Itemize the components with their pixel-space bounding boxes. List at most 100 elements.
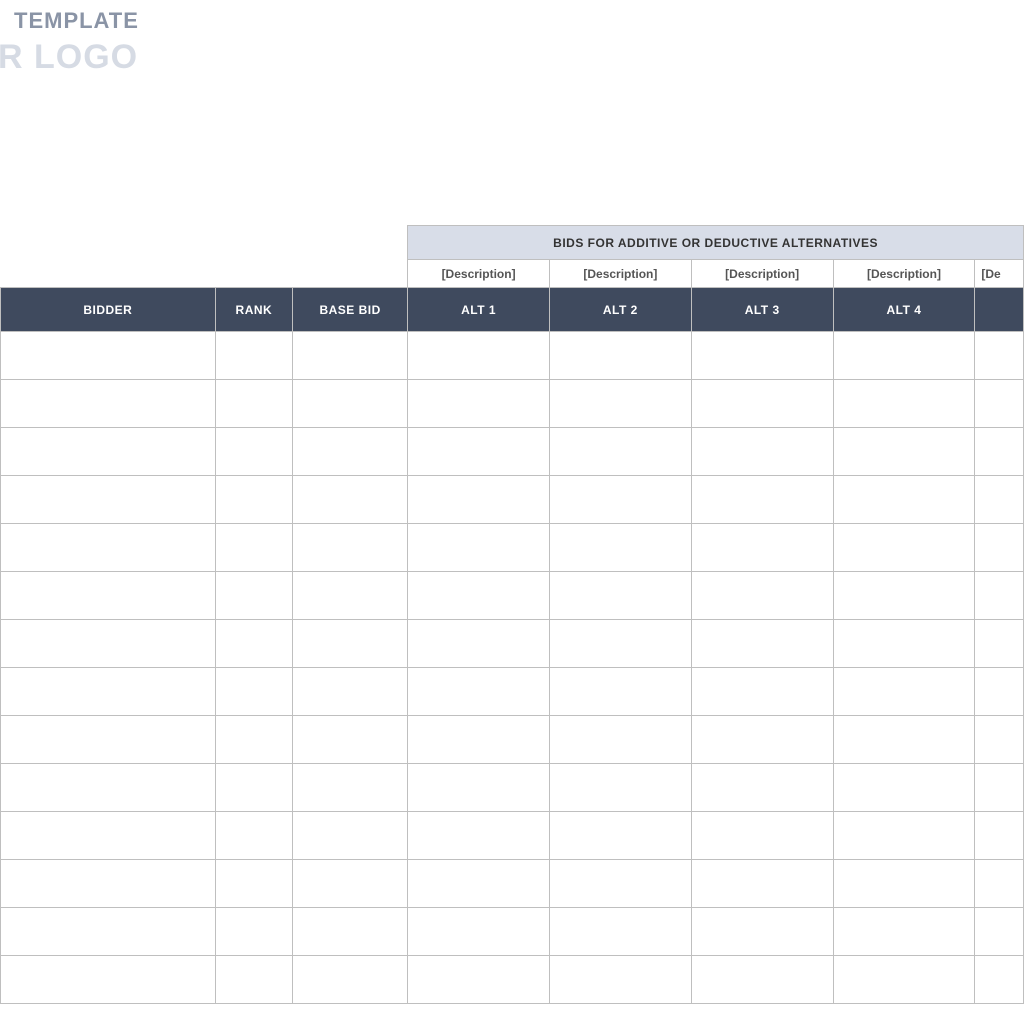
cell-rank[interactable] — [215, 476, 292, 524]
cell-alt5-cut[interactable] — [975, 572, 1024, 620]
cell-alt1[interactable] — [408, 956, 550, 1004]
cell-alt5-cut[interactable] — [975, 812, 1024, 860]
cell-alt3[interactable] — [691, 428, 833, 476]
cell-alt2[interactable] — [549, 956, 691, 1004]
cell-bidder[interactable] — [1, 908, 216, 956]
cell-alt2[interactable] — [549, 524, 691, 572]
cell-alt3[interactable] — [691, 716, 833, 764]
cell-alt1[interactable] — [408, 668, 550, 716]
alt2-description[interactable]: [Description] — [549, 260, 691, 288]
cell-alt4[interactable] — [833, 428, 975, 476]
cell-rank[interactable] — [215, 860, 292, 908]
cell-base-bid[interactable] — [293, 716, 408, 764]
cell-alt1[interactable] — [408, 716, 550, 764]
cell-alt1[interactable] — [408, 860, 550, 908]
cell-alt3[interactable] — [691, 572, 833, 620]
cell-alt3[interactable] — [691, 860, 833, 908]
cell-alt3[interactable] — [691, 620, 833, 668]
cell-bidder[interactable] — [1, 812, 216, 860]
cell-rank[interactable] — [215, 812, 292, 860]
cell-bidder[interactable] — [1, 860, 216, 908]
cell-alt5-cut[interactable] — [975, 332, 1024, 380]
cell-alt1[interactable] — [408, 620, 550, 668]
cell-alt5-cut[interactable] — [975, 764, 1024, 812]
cell-alt2[interactable] — [549, 332, 691, 380]
cell-base-bid[interactable] — [293, 956, 408, 1004]
cell-base-bid[interactable] — [293, 476, 408, 524]
cell-alt4[interactable] — [833, 332, 975, 380]
cell-alt4[interactable] — [833, 572, 975, 620]
cell-alt1[interactable] — [408, 476, 550, 524]
cell-alt1[interactable] — [408, 572, 550, 620]
cell-base-bid[interactable] — [293, 620, 408, 668]
cell-bidder[interactable] — [1, 332, 216, 380]
cell-alt5-cut[interactable] — [975, 524, 1024, 572]
cell-alt3[interactable] — [691, 476, 833, 524]
cell-bidder[interactable] — [1, 764, 216, 812]
cell-rank[interactable] — [215, 716, 292, 764]
cell-alt2[interactable] — [549, 572, 691, 620]
cell-bidder[interactable] — [1, 572, 216, 620]
cell-base-bid[interactable] — [293, 572, 408, 620]
cell-base-bid[interactable] — [293, 764, 408, 812]
cell-rank[interactable] — [215, 668, 292, 716]
cell-alt5-cut[interactable] — [975, 428, 1024, 476]
cell-alt5-cut[interactable] — [975, 668, 1024, 716]
cell-alt4[interactable] — [833, 716, 975, 764]
cell-rank[interactable] — [215, 332, 292, 380]
cell-alt2[interactable] — [549, 476, 691, 524]
cell-base-bid[interactable] — [293, 668, 408, 716]
cell-alt5-cut[interactable] — [975, 476, 1024, 524]
cell-alt4[interactable] — [833, 812, 975, 860]
cell-alt5-cut[interactable] — [975, 956, 1024, 1004]
cell-alt2[interactable] — [549, 620, 691, 668]
cell-alt3[interactable] — [691, 764, 833, 812]
alt1-description[interactable]: [Description] — [408, 260, 550, 288]
cell-alt5-cut[interactable] — [975, 716, 1024, 764]
cell-base-bid[interactable] — [293, 332, 408, 380]
cell-base-bid[interactable] — [293, 812, 408, 860]
cell-alt4[interactable] — [833, 476, 975, 524]
alt5-description-cut[interactable]: [De — [975, 260, 1024, 288]
cell-base-bid[interactable] — [293, 908, 408, 956]
cell-bidder[interactable] — [1, 956, 216, 1004]
cell-alt3[interactable] — [691, 812, 833, 860]
cell-alt3[interactable] — [691, 908, 833, 956]
cell-alt2[interactable] — [549, 716, 691, 764]
cell-alt1[interactable] — [408, 764, 550, 812]
cell-alt5-cut[interactable] — [975, 908, 1024, 956]
cell-alt2[interactable] — [549, 380, 691, 428]
cell-alt5-cut[interactable] — [975, 380, 1024, 428]
cell-alt3[interactable] — [691, 668, 833, 716]
cell-alt1[interactable] — [408, 428, 550, 476]
cell-bidder[interactable] — [1, 476, 216, 524]
cell-bidder[interactable] — [1, 620, 216, 668]
cell-alt4[interactable] — [833, 380, 975, 428]
cell-alt3[interactable] — [691, 956, 833, 1004]
cell-alt4[interactable] — [833, 668, 975, 716]
cell-base-bid[interactable] — [293, 524, 408, 572]
cell-alt4[interactable] — [833, 860, 975, 908]
cell-rank[interactable] — [215, 908, 292, 956]
cell-alt4[interactable] — [833, 524, 975, 572]
alt3-description[interactable]: [Description] — [691, 260, 833, 288]
cell-alt4[interactable] — [833, 620, 975, 668]
cell-alt1[interactable] — [408, 908, 550, 956]
cell-alt3[interactable] — [691, 332, 833, 380]
cell-alt2[interactable] — [549, 668, 691, 716]
cell-alt4[interactable] — [833, 908, 975, 956]
cell-alt1[interactable] — [408, 380, 550, 428]
cell-alt5-cut[interactable] — [975, 860, 1024, 908]
cell-alt4[interactable] — [833, 956, 975, 1004]
cell-rank[interactable] — [215, 524, 292, 572]
cell-alt2[interactable] — [549, 860, 691, 908]
cell-alt3[interactable] — [691, 524, 833, 572]
cell-bidder[interactable] — [1, 524, 216, 572]
cell-base-bid[interactable] — [293, 428, 408, 476]
cell-rank[interactable] — [215, 620, 292, 668]
cell-base-bid[interactable] — [293, 860, 408, 908]
cell-rank[interactable] — [215, 380, 292, 428]
cell-alt1[interactable] — [408, 524, 550, 572]
cell-rank[interactable] — [215, 428, 292, 476]
cell-bidder[interactable] — [1, 716, 216, 764]
